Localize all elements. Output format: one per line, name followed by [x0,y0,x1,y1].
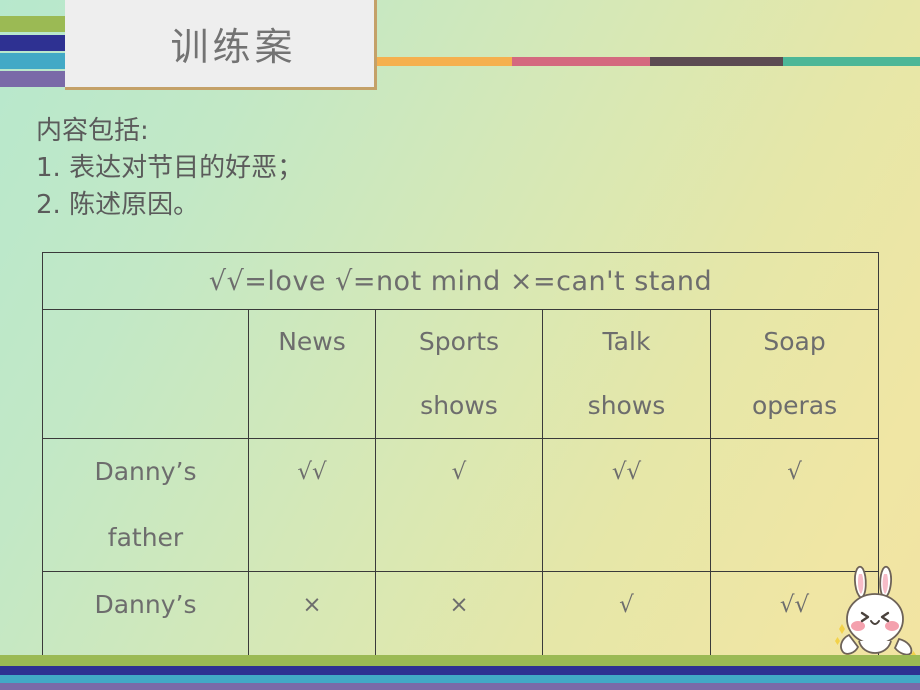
top-strip-orange [374,57,512,66]
table-header-row: News Sports shows Talk shows Soap operas [42,309,880,439]
column-header-sports-line2: shows [420,391,498,420]
instruction-line-3: 2. 陈述原因。 [36,190,200,220]
cell-father-soap: √ [709,438,880,572]
instruction-line-2: 1. 表达对节目的好恶； [36,153,304,183]
cell-father-talk: √√ [542,438,711,572]
row-label-father-line1: Danny’s [94,457,197,486]
column-header-talk-line2: shows [587,391,666,420]
bottom-bar-purple [0,683,920,690]
bottom-bar-teal [0,675,920,683]
legend-cell: √√=love √=not mind ×=can't stand [41,252,880,310]
column-header-talk-shows: Talk shows [542,309,711,439]
header-corner-cell [42,309,249,439]
page-title: 训练案 [170,25,297,69]
bottom-bar-navy [0,666,920,675]
column-header-soap-operas: Soap operas [709,309,880,439]
table-row: Danny’s father √√ √ √√ √ [42,438,880,572]
row-label-danny-father: Danny’s father [42,438,249,572]
column-header-talk-line1: Talk [602,327,651,356]
column-header-soap-line2: operas [751,391,838,420]
title-plate: 训练案 [65,0,377,90]
row-label-father-line2: father [107,523,184,552]
top-strip-rose [512,57,650,66]
instruction-text-block: 内容包括: 1. 表达对节目的好恶； 2. 陈述原因。 [36,113,303,224]
bottom-bar-olive [0,655,920,666]
row-label-mother-line1: Danny’s [94,590,197,619]
cell-father-news: √√ [248,438,376,572]
top-strip-dark-plum [650,57,783,66]
top-strip-teal-green [783,57,920,66]
column-header-sports-shows: Sports shows [375,309,543,439]
column-header-soap-line1: Soap [763,327,826,356]
slide-canvas: 训练案 内容包括: 1. 表达对节目的好恶； 2. 陈述原因。 √√=love … [0,0,920,690]
instruction-line-1: 内容包括: [36,116,149,146]
column-header-news-line1: News [278,327,346,356]
preference-table: √√=love √=not mind ×=can't stand News Sp… [41,252,880,690]
cell-father-sports: √ [375,438,543,572]
column-header-news: News [248,309,376,439]
column-header-sports-line1: Sports [418,327,500,356]
table-legend-row: √√=love √=not mind ×=can't stand [41,252,880,310]
